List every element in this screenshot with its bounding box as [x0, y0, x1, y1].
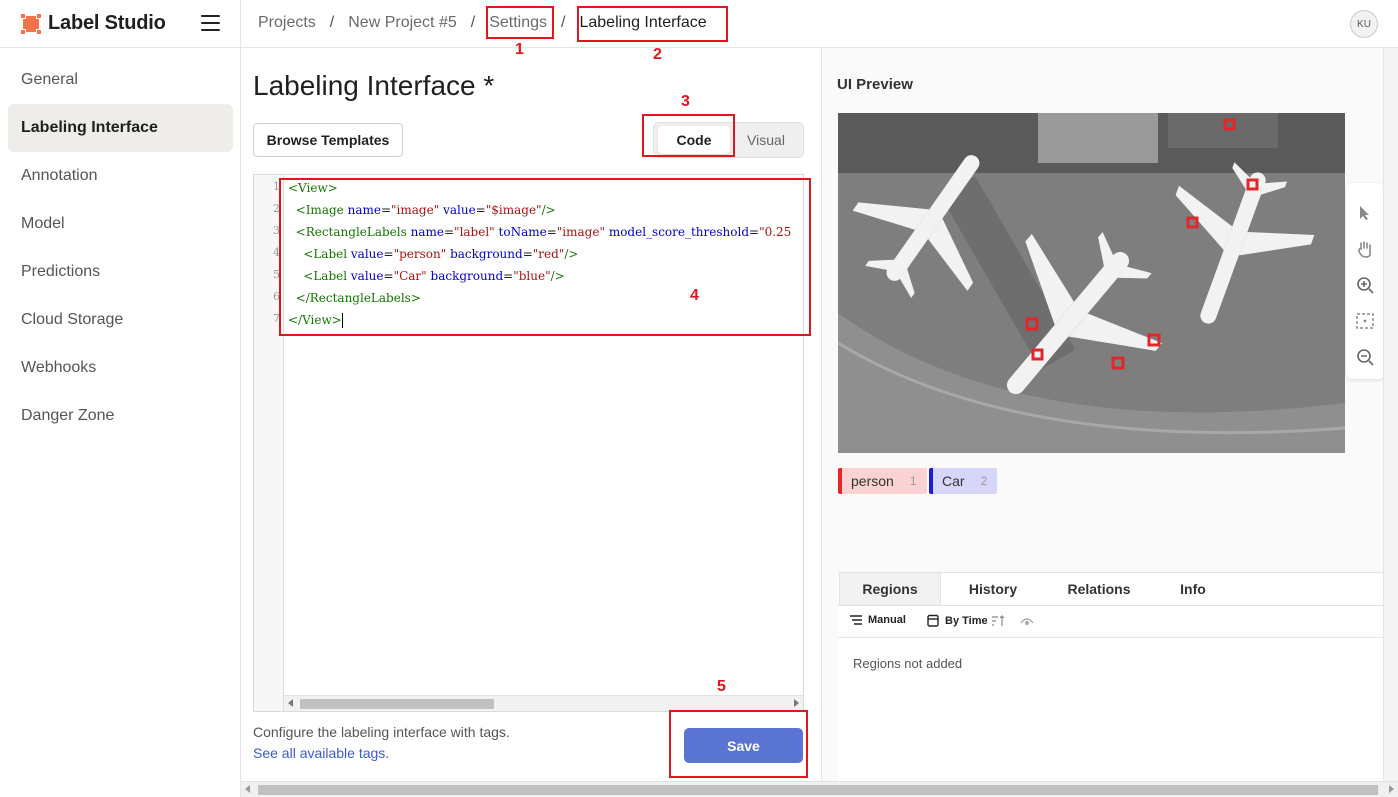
label-studio-logo-icon [20, 12, 42, 35]
label-person[interactable]: person 1 [838, 468, 927, 494]
tab-history[interactable]: History [948, 573, 1038, 605]
breadcrumb-projects[interactable]: Projects [258, 14, 316, 32]
sidebar-item-webhooks[interactable]: Webhooks [8, 344, 233, 392]
page-vertical-scrollbar[interactable] [1383, 48, 1398, 781]
label-name: person [851, 473, 894, 489]
fit-icon[interactable] [1355, 311, 1375, 331]
line-number: 5 [273, 268, 280, 281]
order-manual-button[interactable]: Manual [850, 614, 906, 626]
browse-templates-button[interactable]: Browse Templates [253, 123, 403, 157]
page-horizontal-scrollbar[interactable] [241, 781, 1398, 797]
order-by-time-button[interactable]: By Time [927, 614, 1007, 627]
breadcrumb-separator: / [470, 14, 476, 31]
config-hint: Configure the labeling interface with ta… [253, 724, 510, 740]
app-name: Label Studio [48, 12, 166, 34]
code-content[interactable]: <View> <Image name="image" value="$image… [288, 175, 803, 695]
code-line[interactable]: <Label value="person" background="red"/> [288, 243, 578, 265]
divider [240, 0, 241, 48]
ui-preview-panel: UI Preview person 1 Car 2 Regions Histor… [821, 48, 1398, 783]
zoom-out-icon[interactable] [1355, 347, 1375, 367]
sort-ascending-icon[interactable] [991, 614, 1007, 627]
order-manual-label: Manual [868, 614, 906, 626]
zoom-in-icon[interactable] [1355, 275, 1375, 295]
scroll-left-icon[interactable] [245, 785, 250, 793]
side-panel: Regions History Relations Info Manual By… [838, 572, 1385, 783]
sidebar: General Labeling Interface Annotation Mo… [0, 48, 241, 797]
order-by-time-label: By Time [945, 614, 988, 627]
visibility-toggle-icon[interactable] [1020, 615, 1034, 627]
annotation-number: 3 [681, 93, 690, 110]
line-number: 2 [273, 202, 280, 215]
breadcrumb-separator: / [561, 14, 566, 31]
tab-info[interactable]: Info [1158, 573, 1228, 605]
scroll-right-icon[interactable] [794, 699, 799, 707]
code-mode-button[interactable]: Code [658, 126, 730, 154]
annotation-number: 1 [515, 41, 524, 58]
editor-horizontal-scrollbar[interactable] [284, 695, 803, 711]
scroll-left-icon[interactable] [288, 699, 293, 707]
scroll-right-icon[interactable] [1389, 785, 1394, 793]
sidebar-item-annotation[interactable]: Annotation [8, 152, 233, 200]
visual-mode-button[interactable]: Visual [730, 126, 802, 154]
calendar-icon [927, 614, 939, 627]
app-logo[interactable]: Label Studio [20, 12, 166, 35]
tab-regions[interactable]: Regions [839, 572, 941, 605]
avatar[interactable]: KU [1350, 10, 1378, 38]
mode-toggle: Code Visual [653, 122, 804, 158]
code-line[interactable]: <Label value="Car" background="blue"/> [288, 265, 564, 287]
breadcrumb: Projects / New Project #5 / Settings / L… [258, 14, 707, 32]
code-line[interactable]: </RectangleLabels> [288, 287, 421, 309]
label-name: Car [942, 473, 965, 489]
label-hotkey: 2 [980, 474, 988, 488]
list-order-icon [850, 615, 862, 625]
sidebar-item-danger-zone[interactable]: Danger Zone [8, 392, 233, 440]
save-button[interactable]: Save [684, 728, 803, 763]
line-number: 6 [273, 290, 280, 303]
breadcrumb-current: Labeling Interface [579, 14, 707, 31]
pointer-icon[interactable] [1355, 203, 1375, 223]
hand-icon[interactable] [1355, 239, 1375, 259]
sidebar-item-predictions[interactable]: Predictions [8, 248, 233, 296]
line-number: 3 [273, 224, 280, 237]
top-bar: Label Studio Projects / New Project #5 /… [0, 0, 1398, 48]
preview-title: UI Preview [837, 76, 913, 93]
labeling-config-panel: Labeling Interface * Browse Templates Co… [241, 48, 821, 783]
scroll-thumb[interactable] [258, 785, 1378, 795]
breadcrumb-settings[interactable]: Settings [489, 14, 547, 32]
line-number: 1 [273, 180, 280, 193]
label-car[interactable]: Car 2 [929, 468, 998, 494]
preview-toolbar [1346, 183, 1384, 379]
regions-toolbar: Manual By Time [838, 606, 1385, 638]
line-number-gutter: 1 2 3 4 5 6 7 [254, 175, 284, 711]
tags-docs-link[interactable]: See all available tags. [253, 745, 389, 761]
annotation-number: 4 [690, 287, 699, 304]
line-number: 4 [273, 246, 280, 259]
code-line[interactable]: <View> [288, 177, 338, 199]
code-line[interactable]: <Image name="image" value="$image"/> [288, 199, 556, 221]
sidebar-item-labeling-interface[interactable]: Labeling Interface [8, 104, 233, 152]
annotation-number: 2 [653, 46, 662, 63]
aerial-airport-image[interactable] [838, 113, 1345, 453]
label-hotkey: 1 [909, 474, 917, 488]
line-number: 7 [273, 312, 280, 325]
regions-empty-state: Regions not added [853, 656, 963, 671]
code-line[interactable]: </View> [288, 309, 343, 331]
page-title: Labeling Interface * [253, 70, 495, 101]
scroll-thumb[interactable] [300, 699, 494, 709]
text-cursor [341, 313, 343, 328]
code-editor[interactable]: 1 2 3 4 5 6 7 <View> <Image name="image"… [253, 174, 804, 712]
menu-hamburger-icon[interactable] [201, 15, 220, 31]
code-line[interactable]: <RectangleLabels name="label" toName="im… [288, 221, 792, 243]
sidebar-item-general[interactable]: General [8, 56, 233, 104]
sidebar-item-model[interactable]: Model [8, 200, 233, 248]
sidebar-item-cloud-storage[interactable]: Cloud Storage [8, 296, 233, 344]
annotation-number: 5 [717, 678, 726, 695]
breadcrumb-project[interactable]: New Project #5 [348, 14, 457, 32]
breadcrumb-separator: / [329, 14, 335, 31]
tab-relations[interactable]: Relations [1053, 573, 1145, 605]
airport-illustration [838, 113, 1345, 453]
